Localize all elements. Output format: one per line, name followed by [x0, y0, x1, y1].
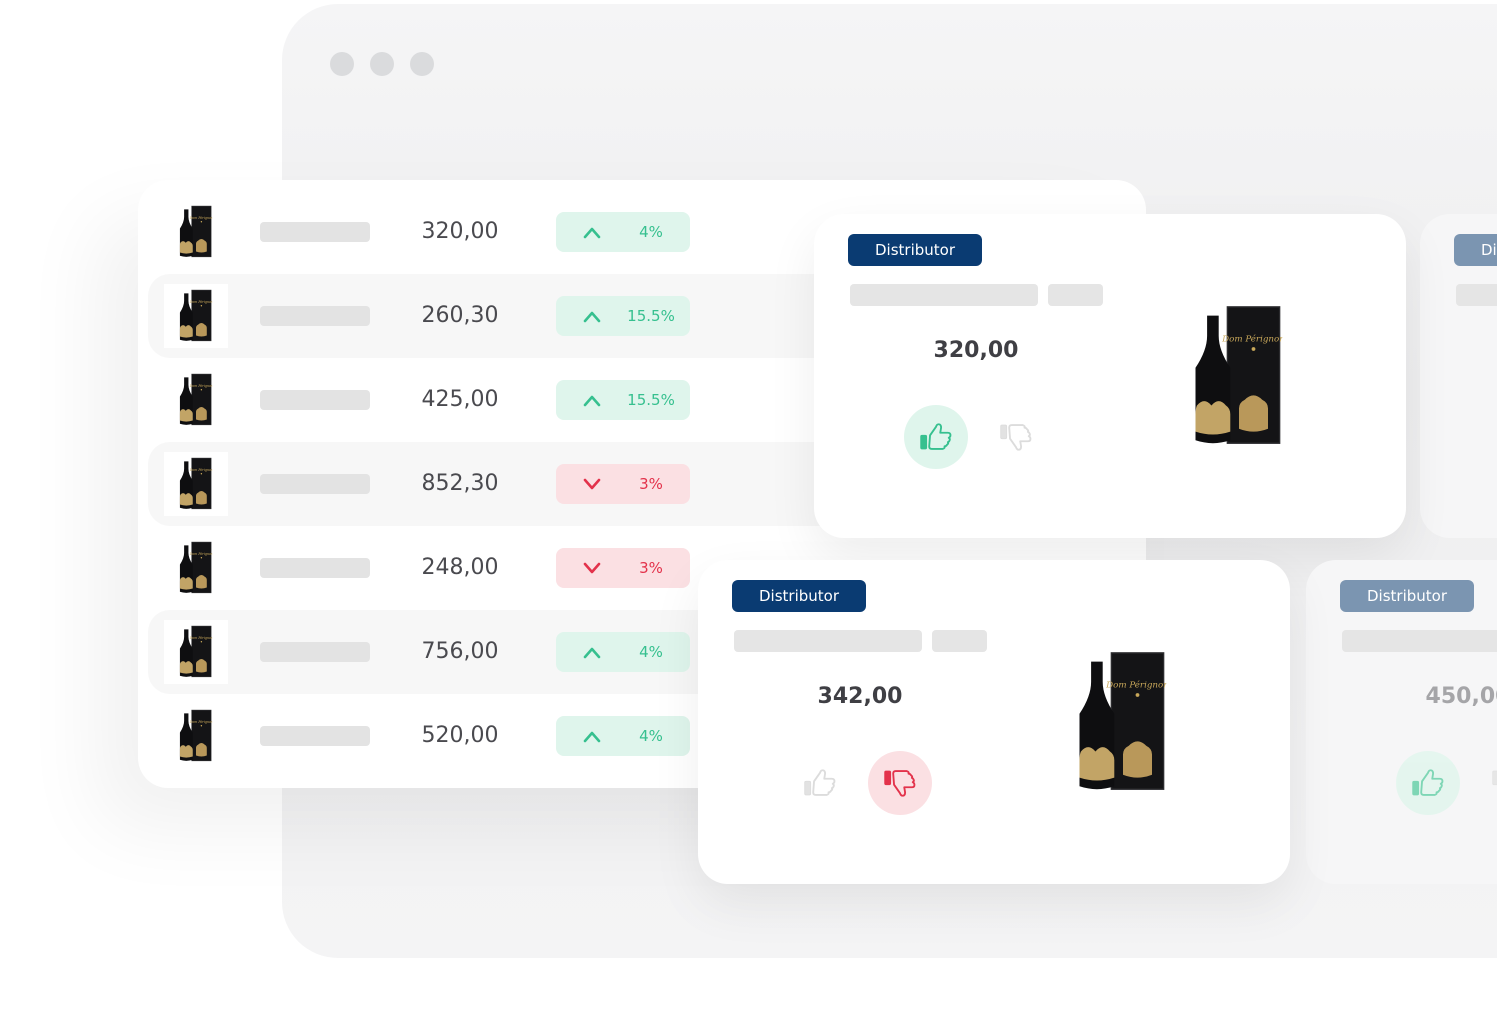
product-name-placeholder — [260, 306, 370, 326]
product-image — [179, 625, 213, 679]
product-volume-placeholder — [1048, 284, 1103, 306]
product-image — [179, 541, 213, 595]
product-volume-placeholder — [932, 630, 987, 652]
thumbs-down-icon — [1491, 767, 1497, 799]
price-value: 852,30 — [421, 471, 499, 496]
product-name-placeholder — [260, 558, 370, 578]
thumbs-up-icon — [1411, 767, 1445, 799]
product-card-2[interactable]: Distributor 342,00 — [698, 560, 1290, 884]
price-change-value: 3% — [639, 559, 663, 577]
distributor-badge: Distributor — [1340, 580, 1474, 612]
price-change-badge: 3% — [556, 464, 690, 504]
card-price: 320,00 — [933, 338, 1019, 363]
price-change-badge: 4% — [556, 632, 690, 672]
product-thumbnail — [164, 452, 228, 516]
distributor-badge: Distributor — [848, 234, 982, 266]
product-image — [179, 709, 213, 763]
thumbs-down-button[interactable] — [868, 751, 932, 815]
product-name-placeholder — [260, 390, 370, 410]
product-image — [1078, 650, 1168, 795]
chevron-up-icon — [583, 647, 601, 659]
product-thumbnail — [164, 284, 228, 348]
price-change-value: 3% — [639, 475, 663, 493]
price-value: 756,00 — [421, 639, 499, 664]
price-value: 320,00 — [421, 219, 499, 244]
thumbs-up-button[interactable] — [1396, 751, 1460, 815]
product-name-placeholder — [1342, 630, 1497, 652]
thumbs-up-icon — [803, 767, 837, 799]
product-thumbnail — [164, 200, 228, 264]
price-value: 425,00 — [421, 387, 499, 412]
chevron-up-icon — [583, 311, 601, 323]
card-price: 450,00 — [1425, 684, 1497, 709]
window-dot-close[interactable] — [330, 52, 354, 76]
product-name-placeholder — [734, 630, 922, 652]
card-price: 342,00 — [817, 684, 903, 709]
product-name-placeholder — [850, 284, 1038, 306]
price-change-badge: 4% — [556, 212, 690, 252]
chevron-up-icon — [583, 731, 601, 743]
window-dot-minimize[interactable] — [370, 52, 394, 76]
price-change-badge: 3% — [556, 548, 690, 588]
thumbs-down-icon — [999, 421, 1033, 453]
price-value: 520,00 — [421, 723, 499, 748]
price-value: 248,00 — [421, 555, 499, 580]
product-image — [179, 457, 213, 511]
product-card-1[interactable]: Distributor 320,00 — [814, 214, 1406, 538]
thumbs-up-button[interactable] — [904, 405, 968, 469]
price-change-value: 15.5% — [627, 391, 675, 409]
price-change-value: 4% — [639, 727, 663, 745]
price-change-value: 15.5% — [627, 307, 675, 325]
chevron-down-icon — [583, 478, 601, 490]
product-card-4[interactable]: Distributor — [1420, 214, 1497, 538]
thumbs-up-icon — [919, 421, 953, 453]
product-thumbnail — [164, 368, 228, 432]
distributor-badge: Distributor — [1454, 234, 1497, 266]
distributor-badge: Distributor — [732, 580, 866, 612]
product-image — [179, 289, 213, 343]
thumbs-down-icon — [883, 767, 917, 799]
product-name-placeholder — [260, 642, 370, 662]
product-image — [179, 205, 213, 259]
price-value: 260,30 — [421, 303, 499, 328]
window-dot-maximize[interactable] — [410, 52, 434, 76]
price-change-value: 4% — [639, 223, 663, 241]
thumbs-down-button[interactable] — [1476, 751, 1497, 815]
chevron-up-icon — [583, 227, 601, 239]
window-controls — [330, 52, 434, 76]
price-change-badge: 4% — [556, 716, 690, 756]
price-change-value: 4% — [639, 643, 663, 661]
chevron-down-icon — [583, 562, 601, 574]
product-thumbnail — [164, 704, 228, 768]
chevron-up-icon — [583, 395, 601, 407]
product-name-placeholder — [260, 474, 370, 494]
product-thumbnail — [164, 536, 228, 600]
product-thumbnail — [164, 620, 228, 684]
product-card-3[interactable]: Distributor 450,00 — [1306, 560, 1497, 884]
price-change-badge: 15.5% — [556, 380, 690, 420]
product-name-placeholder — [260, 726, 370, 746]
thumbs-down-button[interactable] — [984, 405, 1048, 469]
thumbs-up-button[interactable] — [788, 751, 852, 815]
product-image — [179, 373, 213, 427]
product-name-placeholder — [1456, 284, 1497, 306]
price-change-badge: 15.5% — [556, 296, 690, 336]
product-name-placeholder — [260, 222, 370, 242]
product-image — [1194, 304, 1284, 449]
